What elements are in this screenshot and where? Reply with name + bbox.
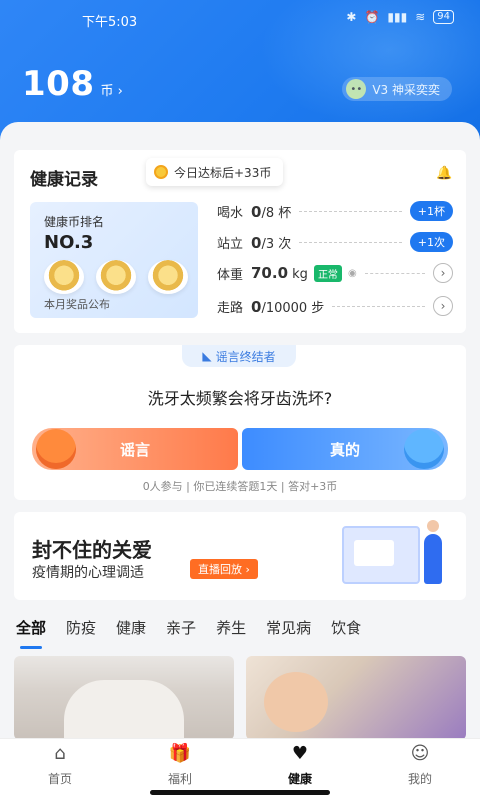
article-card-image[interactable] (246, 656, 466, 740)
stand-row: 站立 0/3 次 +1次 (217, 232, 453, 252)
walk-label: 走路 (217, 300, 244, 316)
home-indicator[interactable] (150, 790, 330, 795)
rumor-buster-card: ◣ 谣言终结者 洗牙太频繁会将牙齿洗坏? 谣言 真的 0人参与 | 你已连续答题… (14, 345, 466, 500)
category-tabs: 全部 防疫 健康 亲子 养生 常见病 饮食 (16, 617, 476, 649)
eye-icon[interactable]: ◉ (348, 268, 357, 279)
tabbar-item-me[interactable]: ☺ 我的 (360, 739, 480, 800)
tabbar-item-home[interactable]: ⌂ 首页 (0, 739, 120, 800)
home-icon: ⌂ (54, 742, 66, 764)
water-row: 喝水 0/8 杯 +1杯 (217, 201, 453, 221)
health-record-card: 健康记录 今日达标后+33币 🔔 健康币排名 NO.3 本月奖品公布 喝水 0/… (14, 150, 466, 333)
rank-value: NO.3 (44, 232, 94, 253)
gold-coin-icon (148, 260, 188, 294)
daily-target-text: 今日达标后+33币 (174, 165, 272, 180)
alarm-icon: ⏰ (364, 10, 380, 24)
add-stand-button[interactable]: +1次 (409, 232, 453, 252)
coin-balance[interactable]: 108 币 › (22, 64, 123, 104)
add-water-button[interactable]: +1杯 (409, 201, 453, 221)
tab-health[interactable]: 健康 (116, 617, 146, 643)
rumor-buster-tag: ◣ 谣言终结者 (182, 345, 296, 367)
divider-dash (332, 305, 425, 307)
weight-label: 体重 (217, 267, 244, 283)
bluetooth-icon: ✱ (346, 10, 357, 24)
rumor-question: 洗牙太频繁会将牙齿洗坏? (147, 389, 333, 408)
tab-epidemic[interactable]: 防疫 (66, 617, 96, 643)
chevron-right-icon[interactable]: › (433, 263, 453, 283)
rank-footer: 本月奖品公布 (44, 298, 110, 311)
rank-label: 健康币排名 (44, 215, 105, 229)
prize-medals (44, 260, 188, 294)
tabbar-label: 健康 (287, 772, 312, 786)
coin-unit: 币 › (100, 84, 123, 99)
tabbar-label: 首页 (47, 772, 72, 786)
water-label: 喝水 (217, 205, 244, 221)
heart-icon: ♥ (291, 742, 309, 764)
live-banner[interactable]: 封不住的关爱 疫情期的心理调适 直播回放 › (14, 512, 466, 600)
worried-face-icon (36, 429, 76, 469)
health-record-title: 健康记录 (30, 170, 98, 190)
gift-icon: 🎁 (168, 742, 192, 764)
status-time: 下午5:03 (82, 15, 138, 30)
rank-panel[interactable]: 健康币排名 NO.3 本月奖品公布 (30, 202, 198, 318)
vip-level-button[interactable]: •• V3 神采奕奕 (342, 77, 452, 101)
tab-all[interactable]: 全部 (16, 617, 46, 649)
gold-coin-icon (44, 260, 84, 294)
article-card-image[interactable] (14, 656, 234, 740)
weight-row[interactable]: 体重 70.0 kg 正常 ◉ › (217, 263, 453, 283)
stand-value: 0/3 次 (251, 233, 292, 252)
chevron-right-icon[interactable]: › (433, 296, 453, 316)
wifi-icon: ≋ (415, 10, 426, 24)
divider-dash (364, 272, 425, 274)
tabbar-label: 我的 (407, 772, 432, 786)
status-badge: 正常 (313, 264, 342, 282)
vip-label: V3 神采奕奕 (372, 82, 440, 97)
person-illustration (424, 520, 442, 584)
battery-icon: 94 (433, 10, 454, 24)
tab-wellness[interactable]: 养生 (216, 617, 246, 643)
happy-face-icon (404, 429, 444, 469)
daily-target-tip: 今日达标后+33币 (146, 158, 284, 186)
banner-illustration (330, 520, 450, 594)
rumor-stats: 0人参与 | 你已连续答题1天 | 答对+3币 (142, 480, 338, 493)
divider-dash (299, 210, 402, 212)
tab-diet[interactable]: 饮食 (331, 617, 361, 643)
megaphone-icon: ◣ (202, 349, 212, 363)
weight-value: 70.0 kg (251, 264, 308, 282)
tab-common-diseases[interactable]: 常见病 (266, 617, 311, 643)
video-window-illustration (354, 540, 394, 566)
live-replay-button[interactable]: 直播回放 › (190, 559, 258, 579)
banner-title: 封不住的关爱 (32, 538, 152, 562)
vip-avatar-icon: •• (346, 79, 367, 99)
rumor-buster-label: 谣言终结者 (215, 349, 276, 364)
coin-icon (154, 165, 168, 179)
status-icons: ✱ ⏰ ▮▮▮ ≋ 94 (346, 10, 454, 24)
divider-dash (299, 241, 402, 243)
coin-count: 108 (22, 64, 95, 104)
screen-illustration (342, 526, 420, 584)
stand-label: 站立 (217, 236, 244, 252)
banner-subtitle: 疫情期的心理调适 (32, 565, 144, 581)
tab-parenting[interactable]: 亲子 (166, 617, 196, 643)
smile-icon: ☺ (410, 742, 430, 764)
tabbar-label: 福利 (167, 772, 192, 786)
walk-row[interactable]: 走路 0/10000 步 › (217, 296, 453, 316)
water-value: 0/8 杯 (251, 202, 292, 221)
gold-coin-icon (96, 260, 136, 294)
status-bar: 下午5:03 ✱ ⏰ ▮▮▮ ≋ 94 (0, 8, 480, 32)
walk-value: 0/10000 步 (251, 297, 325, 316)
bell-icon[interactable]: 🔔 (436, 166, 452, 181)
signal-icon: ▮▮▮ (387, 10, 408, 24)
